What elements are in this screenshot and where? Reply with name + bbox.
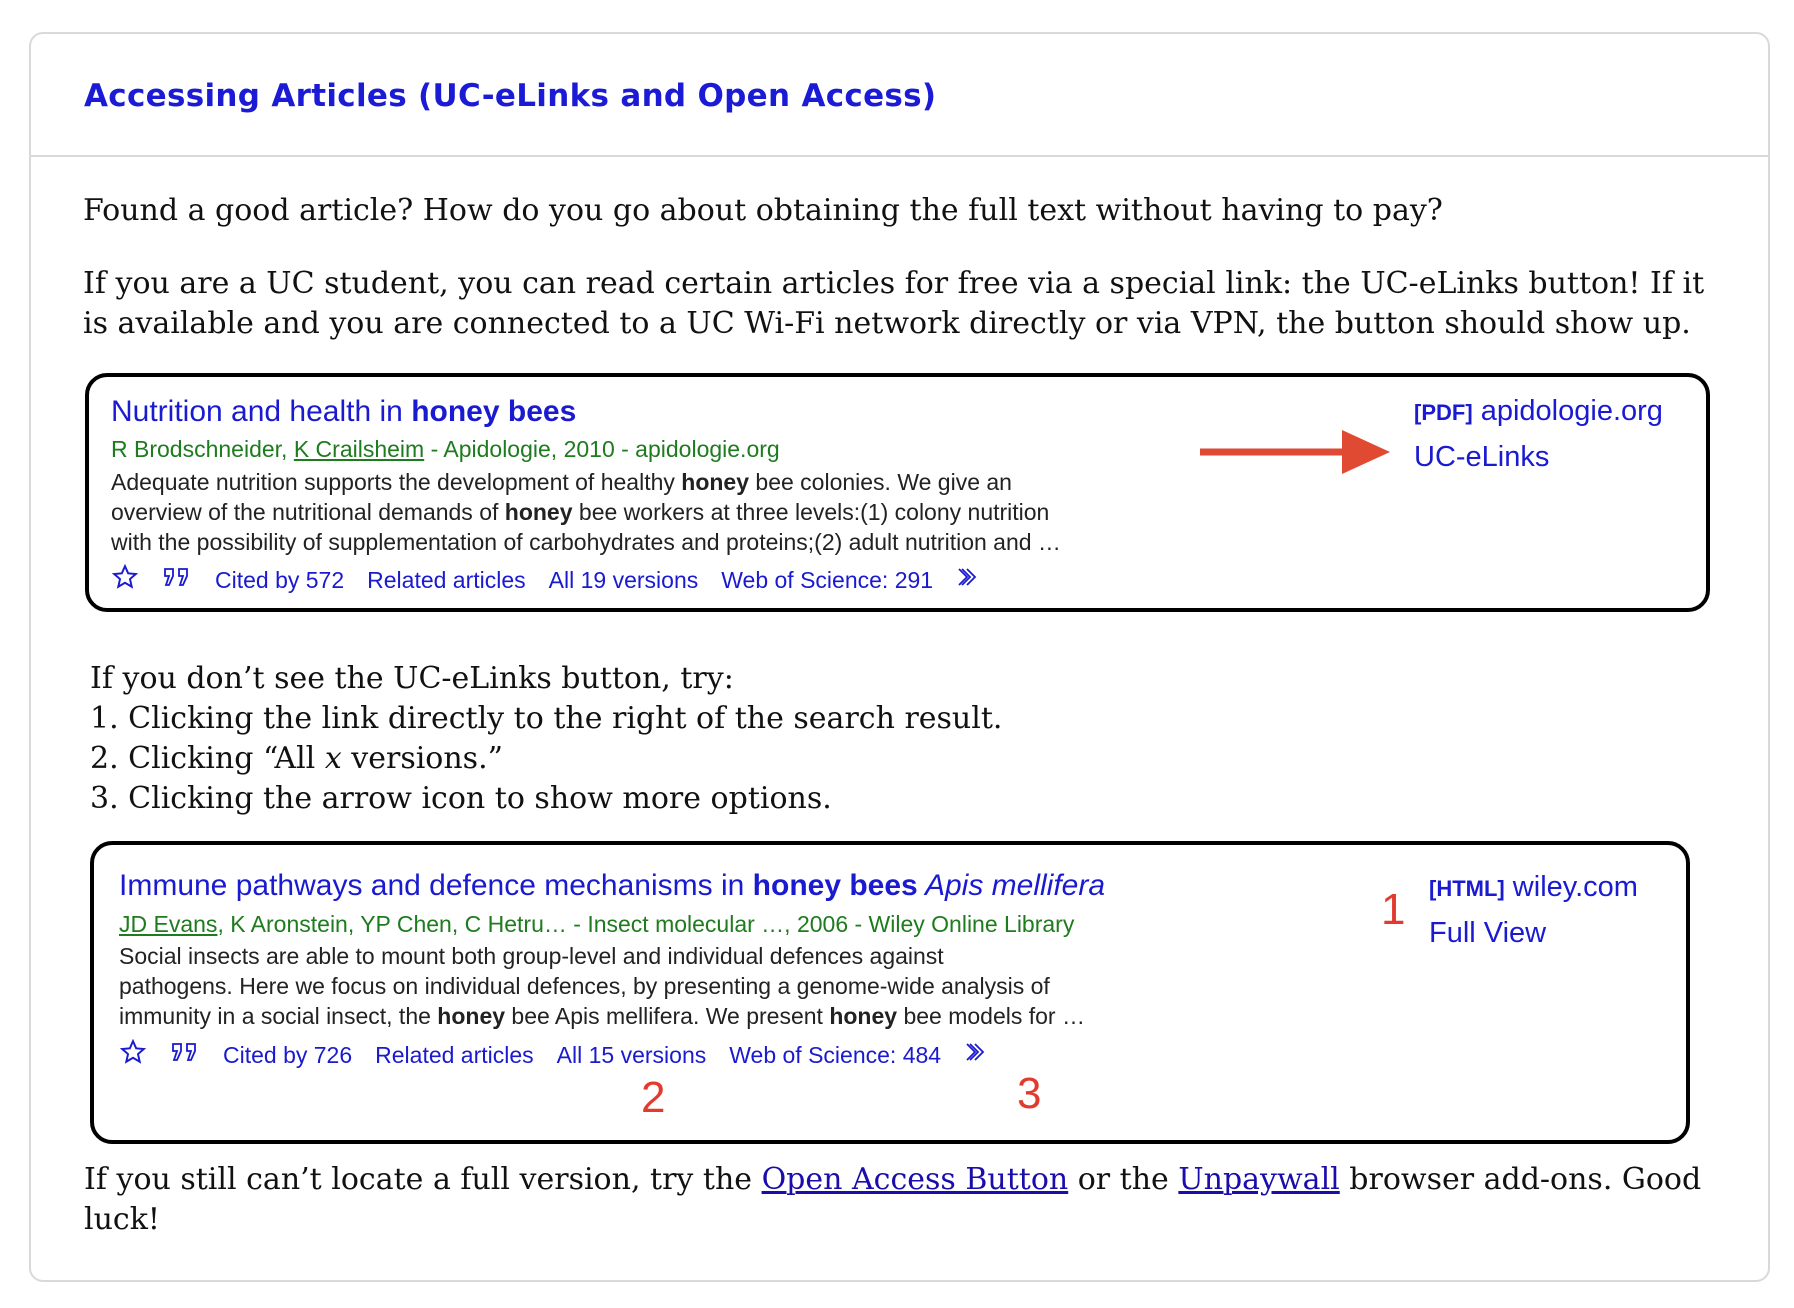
unpaywall-link[interactable]: Unpaywall	[1178, 1162, 1339, 1197]
panel-header[interactable]: Accessing Articles (UC-eLinks and Open A…	[31, 34, 1768, 157]
panel-title[interactable]: Accessing Articles (UC-eLinks and Open A…	[84, 78, 936, 114]
result-1-authors: R Brodschneider, K Crailsheim - Apidolog…	[111, 436, 780, 462]
search-result-2: Immune pathways and defence mechanisms i…	[90, 841, 1690, 1144]
tips-list: If you don’t see the UC-eLinks button, t…	[90, 659, 1690, 819]
result-2-links: Cited by 726 Related articles All 15 ver…	[119, 1038, 1017, 1071]
star-icon[interactable]	[119, 1038, 147, 1071]
more-options-icon[interactable]	[956, 566, 986, 594]
result-2-side-links: [HTML] wiley.com Full View	[1429, 865, 1638, 955]
snippet-line: Adequate nutrition supports the developm…	[111, 469, 1012, 495]
result-1-side-links: [PDF] apidologie.org UC-eLinks	[1414, 389, 1663, 479]
full-view-link[interactable]: Full View	[1429, 911, 1638, 955]
result-2-title[interactable]: Immune pathways and defence mechanisms i…	[119, 869, 1105, 903]
snippet-line: Social insects are able to mount both gr…	[119, 943, 944, 969]
result-1-snippet: Adequate nutrition supports the developm…	[111, 467, 1161, 557]
cited-by-link[interactable]: Cited by 572	[215, 567, 344, 594]
search-result-1: Nutrition and health in honey bees R Bro…	[85, 373, 1710, 612]
cite-quote-icon[interactable]	[170, 1041, 200, 1069]
star-icon[interactable]	[111, 563, 139, 596]
tip-item-2: 2. Clicking “All x versions.”	[90, 741, 503, 776]
web-of-science-link[interactable]: Web of Science: 484	[729, 1042, 941, 1069]
snippet-line: immunity in a social insect, the honey b…	[119, 1003, 1085, 1029]
pdf-source-link[interactable]: [PDF] apidologie.org	[1414, 389, 1663, 435]
open-access-button-link[interactable]: Open Access Button	[762, 1162, 1069, 1197]
author-link[interactable]: K Crailsheim	[294, 436, 424, 462]
snippet-line: overview of the nutritional demands of h…	[111, 499, 1050, 525]
marker-1: 1	[1381, 885, 1406, 934]
cited-by-link[interactable]: Cited by 726	[223, 1042, 352, 1069]
more-options-icon[interactable]	[964, 1041, 994, 1069]
all-versions-link[interactable]: All 19 versions	[549, 567, 699, 594]
related-articles-link[interactable]: Related articles	[375, 1042, 534, 1069]
snippet-line: with the possibility of supplementation …	[111, 529, 1061, 555]
intro-paragraph-1: Found a good article? How do you go abou…	[83, 193, 1443, 228]
tip-item-3: 3. Clicking the arrow icon to show more …	[90, 781, 832, 816]
related-articles-link[interactable]: Related articles	[367, 567, 526, 594]
intro-paragraph-2: If you are a UC student, you can read ce…	[83, 266, 1705, 341]
marker-2: 2	[641, 1073, 666, 1122]
tips-intro: If you don’t see the UC-eLinks button, t…	[90, 661, 734, 696]
cite-quote-icon[interactable]	[162, 566, 192, 594]
result-1-title[interactable]: Nutrition and health in honey bees	[111, 395, 576, 429]
all-versions-link[interactable]: All 15 versions	[557, 1042, 707, 1069]
closing-paragraph: If you still can’t locate a full version…	[84, 1162, 1702, 1237]
author-link[interactable]: JD Evans	[119, 911, 217, 937]
result-1-links: Cited by 572 Related articles All 19 ver…	[111, 563, 1009, 596]
result-2-snippet: Social insects are able to mount both gr…	[119, 941, 1199, 1031]
web-of-science-link[interactable]: Web of Science: 291	[721, 567, 933, 594]
tip-item-1: 1. Clicking the link directly to the rig…	[90, 701, 1003, 736]
red-arrow-icon	[1200, 430, 1390, 474]
uc-elinks-link[interactable]: UC-eLinks	[1414, 435, 1663, 479]
html-source-link[interactable]: [HTML] wiley.com	[1429, 865, 1638, 911]
result-2-authors: JD Evans, K Aronstein, YP Chen, C Hetru……	[119, 911, 1075, 937]
snippet-line: pathogens. Here we focus on individual d…	[119, 973, 1050, 999]
marker-3: 3	[1017, 1069, 1042, 1118]
